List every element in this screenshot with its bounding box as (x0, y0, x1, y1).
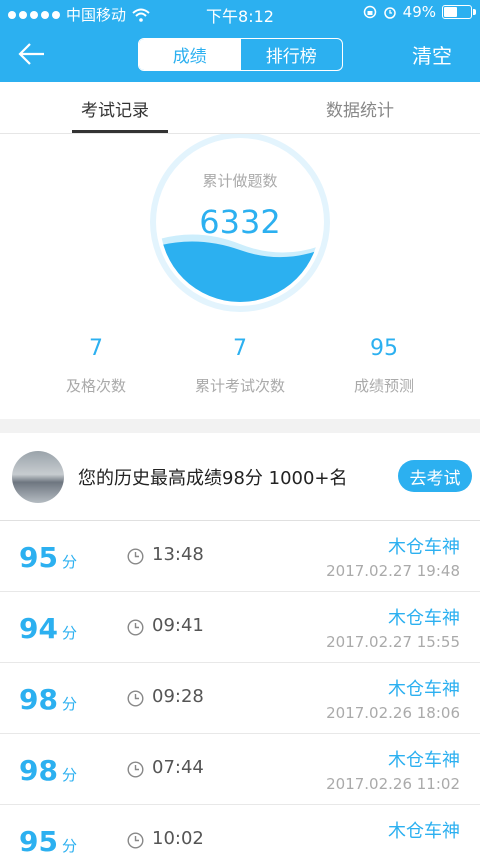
score-value: 94 (19, 612, 58, 645)
ring-label: 累计做题数 (202, 172, 277, 190)
segment-score[interactable]: 成绩 (139, 39, 241, 70)
record-username: 木仓车神 (388, 821, 460, 842)
record-score: 98 分 (19, 754, 77, 787)
record-username: 木仓车神 (388, 679, 460, 700)
stat-label: 成绩预测 (353, 377, 414, 395)
list-item[interactable]: 98 分 09:28 木仓车神 2017.02.26 18:06 (0, 663, 480, 734)
top-bar: 中国移动 下午8:12 49% 成绩 排行榜 清空 (0, 0, 480, 82)
battery-percent: 49% (402, 3, 436, 21)
clock-icon (127, 832, 144, 849)
stat-label: 及格次数 (65, 377, 126, 395)
record-duration: 09:41 (152, 615, 204, 636)
record-duration: 13:48 (152, 544, 204, 565)
record-username: 木仓车神 (388, 608, 460, 629)
score-unit: 分 (61, 695, 77, 713)
record-score: 94 分 (19, 612, 77, 645)
battery-icon (442, 5, 476, 19)
record-score: 98 分 (19, 683, 77, 716)
score-unit: 分 (61, 837, 77, 853)
take-exam-button[interactable]: 去考试 (398, 460, 472, 492)
best-score-row: 您的历史最高成绩98分 1000+名 去考试 (0, 433, 480, 521)
stat-value: 7 (89, 336, 103, 361)
score-value: 95 (19, 825, 58, 853)
tab-exam-records[interactable]: 考试记录 (60, 82, 170, 134)
best-score-text: 您的历史最高成绩98分 1000+名 (78, 468, 348, 489)
clock-icon (127, 619, 144, 636)
status-right: 49% (363, 3, 476, 21)
list-item[interactable]: 94 分 09:41 木仓车神 2017.02.27 15:55 (0, 592, 480, 663)
record-date: 2017.02.26 11:02 (326, 775, 460, 793)
progress-ring: 累计做题数 6332 (150, 134, 330, 312)
section-divider (0, 419, 480, 433)
record-username: 木仓车神 (388, 750, 460, 771)
record-date: 2017.02.26 18:06 (326, 704, 460, 722)
alarm-icon (383, 7, 396, 19)
record-date: 2017.02.27 19:48 (326, 562, 460, 580)
clock-icon (127, 548, 144, 565)
score-value: 95 (19, 541, 58, 574)
nav-row: 成绩 排行榜 清空 (0, 26, 480, 82)
record-duration: 10:02 (152, 828, 204, 849)
list-item[interactable]: 98 分 07:44 木仓车神 2017.02.26 11:02 (0, 734, 480, 805)
stat-exam-count: 7 累计考试次数 (160, 336, 320, 396)
segment-ranking[interactable]: 排行榜 (241, 39, 343, 70)
back-arrow-icon[interactable] (16, 40, 48, 68)
record-score: 95 分 (19, 825, 77, 853)
tab-indicator (72, 130, 168, 133)
segmented-control: 成绩 排行榜 (138, 38, 343, 71)
score-value: 98 (19, 754, 58, 787)
status-bar: 中国移动 下午8:12 49% (0, 0, 480, 26)
record-score: 95 分 (19, 541, 77, 574)
tab-bar: 考试记录 数据统计 (0, 82, 480, 134)
records-list: 95 分 13:48 木仓车神 2017.02.27 19:48 94 分 09:4… (0, 521, 480, 853)
list-item[interactable]: 95 分 13:48 木仓车神 2017.02.27 19:48 (0, 521, 480, 592)
ring-value: 6332 (199, 203, 280, 241)
summary-panel: 累计做题数 6332 7 及格次数 7 累计考试次数 95 成绩预测 (0, 134, 480, 419)
tab-statistics[interactable]: 数据统计 (305, 82, 415, 134)
record-date: 2017.02.27 15:55 (326, 633, 460, 651)
stat-pass-count: 7 及格次数 (16, 336, 176, 396)
clock-icon (127, 690, 144, 707)
score-unit: 分 (61, 766, 77, 784)
stat-value: 95 (370, 336, 398, 361)
stat-label: 累计考试次数 (194, 377, 285, 395)
record-username: 木仓车神 (388, 537, 460, 558)
list-item[interactable]: 95 分 10:02 木仓车神 (0, 805, 480, 853)
record-duration: 07:44 (152, 757, 204, 778)
clear-button[interactable]: 清空 (412, 40, 452, 69)
score-unit: 分 (61, 624, 77, 642)
score-unit: 分 (61, 553, 77, 571)
stat-value: 7 (233, 336, 247, 361)
score-value: 98 (19, 683, 58, 716)
record-duration: 09:28 (152, 686, 204, 707)
stat-score-prediction: 95 成绩预测 (304, 336, 464, 396)
avatar (12, 451, 64, 503)
clock-icon (127, 761, 144, 778)
lock-rotation-icon (363, 5, 376, 19)
